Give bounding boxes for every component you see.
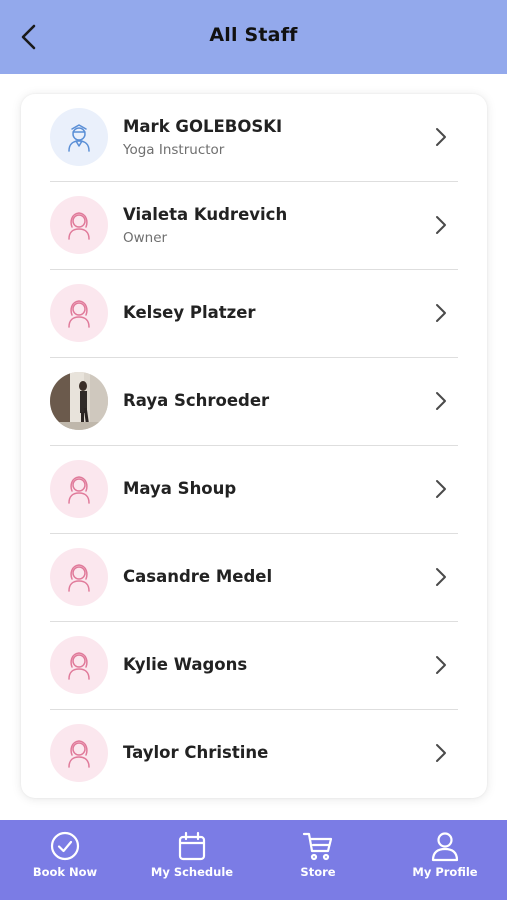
header-bar: All Staff [0,0,507,74]
calendar-icon [178,831,206,861]
staff-row[interactable]: Kelsey Platzer [50,270,458,358]
chevron-right-icon [436,216,446,234]
chevron-right-icon [436,744,446,762]
staff-row[interactable]: Vialeta Kudrevich Owner [50,182,458,270]
staff-name: Taylor Christine [123,743,269,762]
nav-my-schedule[interactable]: My Schedule [129,820,255,900]
male-avatar-icon [50,108,108,166]
female-avatar-icon [50,724,108,782]
staff-name: Mark GOLEBOSKI [123,117,283,136]
staff-row[interactable]: Raya Schroeder [50,358,458,446]
staff-row[interactable]: Casandre Medel [50,534,458,622]
staff-name: Kelsey Platzer [123,303,256,322]
user-icon [431,832,459,862]
chevron-right-icon [436,304,446,322]
staff-name: Maya Shoup [123,479,237,498]
female-avatar-icon [50,548,108,606]
chevron-right-icon [436,392,446,410]
chevron-right-icon [436,656,446,674]
female-avatar-icon [50,196,108,254]
staff-name: Raya Schroeder [123,391,270,410]
chevron-right-icon [436,568,446,586]
nav-label: My Schedule [150,865,234,879]
nav-label: Book Now [32,865,98,879]
chevron-right-icon [436,480,446,498]
page-title: All Staff [209,24,298,46]
nav-book-now[interactable]: Book Now [2,820,128,900]
chevron-right-icon [436,128,446,146]
nav-label: My Profile [412,865,478,879]
staff-row[interactable]: Maya Shoup [50,446,458,534]
female-avatar-icon [50,284,108,342]
bottom-nav: Book Now My Schedule Store My Profile [0,820,507,900]
staff-name: Casandre Medel [123,567,273,586]
nav-label: Store [300,865,336,879]
staff-name: Vialeta Kudrevich [123,205,288,224]
staff-row[interactable]: Mark GOLEBOSKI Yoga Instructor [50,94,458,182]
staff-list-card: Mark GOLEBOSKI Yoga Instructor Vialeta K… [21,94,487,798]
staff-role: Owner [123,230,168,246]
check-circle-icon [50,831,80,861]
staff-row[interactable]: Kylie Wagons [50,622,458,710]
cart-icon [302,832,333,861]
staff-name: Kylie Wagons [123,655,248,674]
female-avatar-icon [50,636,108,694]
staff-role: Yoga Instructor [123,142,225,158]
nav-store[interactable]: Store [255,820,381,900]
profile-photo [50,372,108,430]
staff-row[interactable]: Taylor Christine [50,710,458,798]
nav-my-profile[interactable]: My Profile [382,820,507,900]
female-avatar-icon [50,460,108,518]
